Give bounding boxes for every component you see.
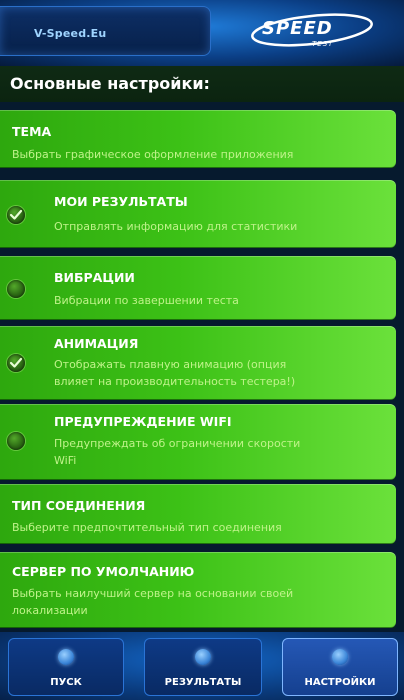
setting-default-server[interactable]: СЕРВЕР ПО УМОЛЧАНИЮ Выбрать наилучший се… <box>0 552 396 628</box>
checkbox[interactable] <box>7 354 25 372</box>
setting-subtitle-line1: Предупреждать об ограничении скорости <box>54 437 301 450</box>
checkbox[interactable] <box>7 280 25 298</box>
setting-subtitle-line1: Выбрать наилучший сервер на основании св… <box>12 587 294 600</box>
setting-animation[interactable]: АНИМАЦИЯ Отображать плавную анимацию (оп… <box>0 326 396 400</box>
setting-title: ВИБРАЦИИ <box>54 270 135 285</box>
setting-title: АНИМАЦИЯ <box>54 336 139 351</box>
setting-wifi-warning[interactable]: ПРЕДУПРЕЖДЕНИЕ WIFI Предупреждать об огр… <box>0 404 396 480</box>
speedtest-logo: SPEED TEST <box>246 12 396 52</box>
setting-subtitle: Отправлять информацию для статистики <box>54 220 298 233</box>
check-icon <box>9 209 23 220</box>
setting-subtitle-line2: влияет на производительность тестера!) <box>54 375 296 388</box>
settings-list: ТЕМА Выбрать графическое оформление прил… <box>0 102 404 632</box>
setting-vibration[interactable]: ВИБРАЦИИ Вибрации по завершении теста <box>0 256 396 320</box>
power-icon <box>58 649 74 665</box>
setting-subtitle: Вибрации по завершении теста <box>54 294 239 307</box>
app-header: V-Speed.Eu SPEED TEST <box>0 0 404 66</box>
setting-title: СЕРВЕР ПО УМОЛЧАНИЮ <box>12 564 195 579</box>
nav-label: РЕЗУЛЬТАТЫ <box>164 677 242 688</box>
setting-subtitle-line2: WiFi <box>54 454 77 467</box>
logo-main-text: SPEED <box>262 18 333 39</box>
results-icon <box>195 649 211 665</box>
brand-tab: V-Speed.Eu <box>0 6 211 56</box>
checkbox[interactable] <box>7 432 25 450</box>
section-header: Основные настройки: <box>0 66 404 102</box>
brand-text: V-Speed.Eu <box>34 27 107 40</box>
nav-start-button[interactable]: ПУСК <box>8 638 124 696</box>
setting-subtitle: Выбрать графическое оформление приложени… <box>12 148 294 161</box>
setting-subtitle-line2: локализации <box>12 604 88 617</box>
setting-subtitle: Выберите предпочтительный тип соединения <box>12 521 282 534</box>
nav-label: НАСТРОЙКИ <box>304 677 376 688</box>
setting-title: ТИП СОЕДИНЕНИЯ <box>12 498 146 513</box>
settings-icon <box>332 649 348 665</box>
setting-theme[interactable]: ТЕМА Выбрать графическое оформление прил… <box>0 110 396 168</box>
setting-my-results[interactable]: МОИ РЕЗУЛЬТАТЫ Отправлять информацию для… <box>0 180 396 248</box>
nav-label: ПУСК <box>50 677 82 688</box>
setting-title: МОИ РЕЗУЛЬТАТЫ <box>54 194 188 209</box>
setting-connection-type[interactable]: ТИП СОЕДИНЕНИЯ Выберите предпочтительный… <box>0 484 396 544</box>
setting-subtitle-line1: Отображать плавную анимацию (опция <box>54 358 287 371</box>
bottom-nav: ПУСК РЕЗУЛЬТАТЫ НАСТРОЙКИ <box>0 632 404 700</box>
nav-results-button[interactable]: РЕЗУЛЬТАТЫ <box>144 638 262 696</box>
section-title: Основные настройки: <box>10 74 210 93</box>
nav-settings-button[interactable]: НАСТРОЙКИ <box>282 638 398 696</box>
checkbox[interactable] <box>7 206 25 224</box>
setting-title: ТЕМА <box>12 124 52 139</box>
setting-title: ПРЕДУПРЕЖДЕНИЕ WIFI <box>54 414 232 429</box>
check-icon <box>9 357 23 368</box>
logo-sub-text: TEST <box>312 40 334 48</box>
